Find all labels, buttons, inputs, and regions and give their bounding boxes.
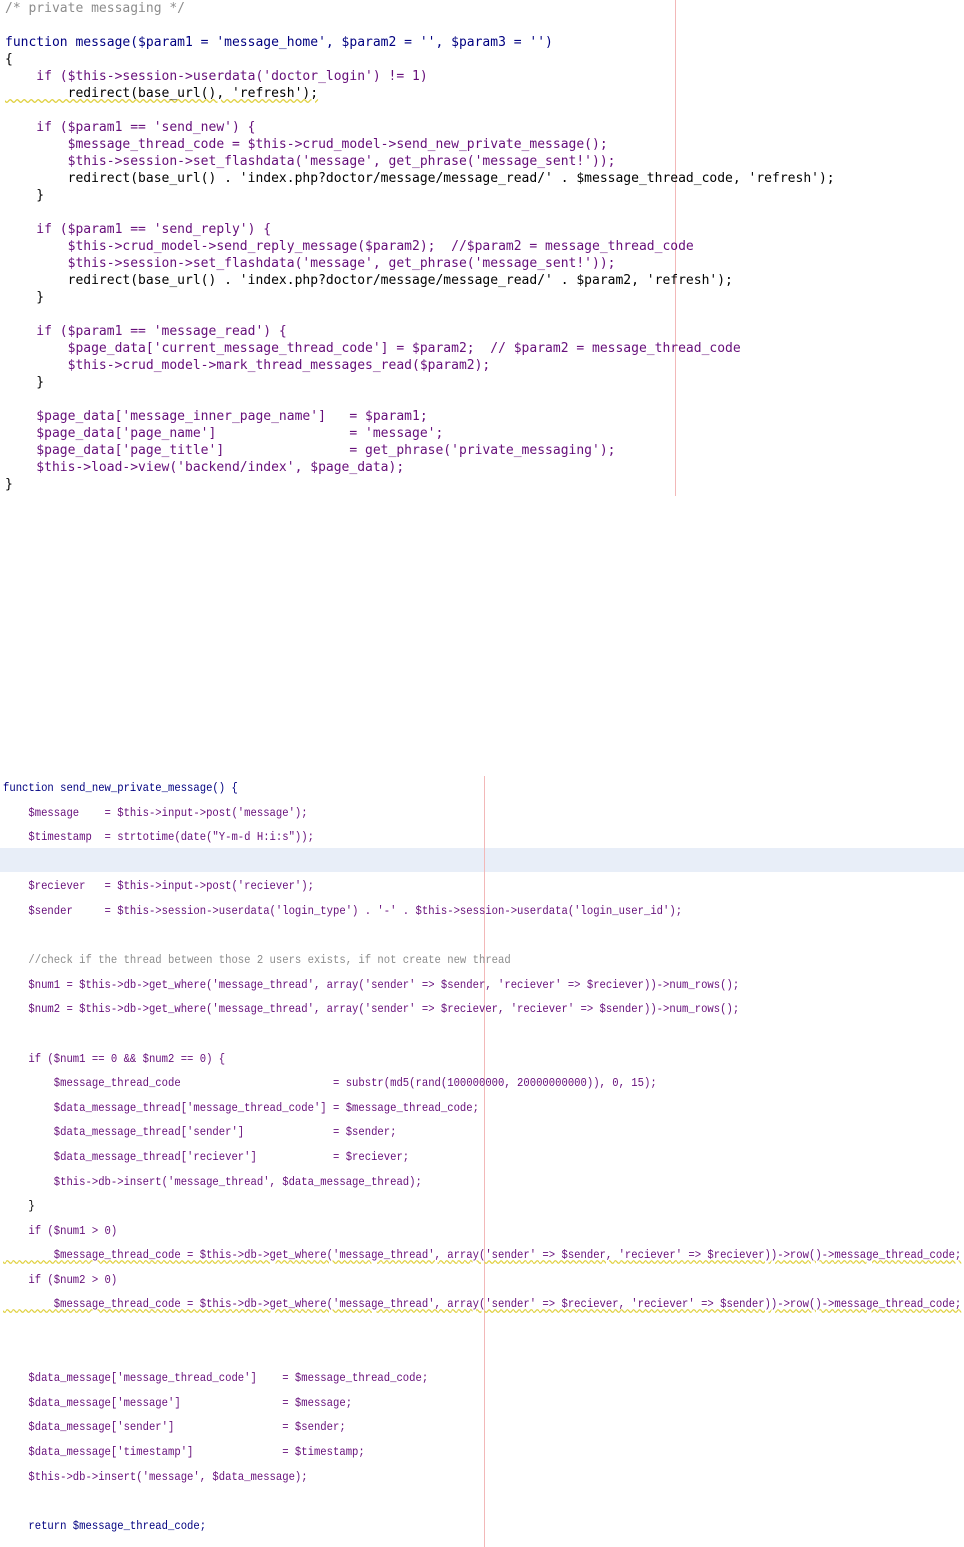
code-line: $timestamp = strtotime(date("Y-m-d H:i:s… [3, 830, 314, 845]
code-line: $data_message_thread['sender'] = $sender… [3, 1125, 397, 1140]
code-line: if ($num1 > 0) [3, 1223, 118, 1238]
code-line: $data_message_thread['message_thread_cod… [3, 1100, 479, 1115]
code-line: $reciever = $this->input->post('reciever… [3, 879, 314, 894]
code-line: redirect(base_url() . 'index.php?doctor/… [5, 171, 835, 186]
code-line: } [5, 375, 45, 390]
code-line: //check if the thread between those 2 us… [3, 953, 511, 968]
code-line: if ($num1 == 0 && $num2 == 0) { [3, 1051, 226, 1066]
code-block: /* private messaging */ function message… [5, 0, 835, 493]
code-block: function send_new_private_message() { $m… [3, 776, 964, 1538]
code-line: $this->crud_model->send_reply_message($p… [5, 239, 694, 254]
code-line: } [5, 188, 45, 203]
code-line: /* private messaging */ [5, 1, 186, 16]
code-line: $page_data['message_inner_page_name'] = … [5, 409, 428, 424]
code-line: $this->load->view('backend/index', $page… [5, 460, 405, 475]
code-line: $page_data['current_message_thread_code'… [5, 341, 741, 356]
code-line: $data_message_thread['reciever'] = $reci… [3, 1149, 410, 1164]
code-line: $data_message['message'] = $message; [3, 1395, 353, 1410]
code-line: $this->db->insert('message', $data_messa… [3, 1469, 308, 1484]
code-line: } [5, 290, 45, 305]
code-line: if ($param1 == 'send_reply') { [5, 222, 272, 237]
code-line: $message_thread_code = substr(md5(rand(1… [3, 1076, 657, 1091]
code-panel-message-function: /* private messaging */ function message… [0, 0, 964, 496]
code-line: $message_thread_code = $this->db->get_wh… [3, 1248, 962, 1263]
code-line: if ($param1 == 'send_new') { [5, 120, 256, 135]
code-line: $sender = $this->session->userdata('logi… [3, 903, 683, 918]
code-line: } [5, 477, 13, 492]
code-line: } [3, 1199, 35, 1214]
code-line: $this->crud_model->mark_thread_messages_… [5, 358, 491, 373]
code-line: function send_new_private_message() { [3, 781, 238, 795]
code-line: if ($num2 > 0) [3, 1272, 118, 1287]
code-line: { [5, 52, 13, 67]
code-line: redirect(base_url(), 'refresh'); [5, 86, 319, 101]
code-line: $num1 = $this->db->get_where('message_th… [3, 977, 740, 992]
code-line: function message($param1 = 'message_home… [5, 35, 553, 50]
code-line: $this->session->set_flashdata('message',… [5, 154, 616, 169]
code-line: $data_message['sender'] = $sender; [3, 1420, 346, 1435]
code-line: $this->session->set_flashdata('message',… [5, 256, 616, 271]
code-line: $message_thread_code = $this->db->get_wh… [3, 1297, 962, 1312]
code-line: $message_thread_code = $this->crud_model… [5, 137, 608, 152]
code-line: return $message_thread_code; [3, 1518, 207, 1533]
code-line: $num2 = $this->db->get_where('message_th… [3, 1002, 740, 1017]
code-line: $data_message['message_thread_code'] = $… [3, 1371, 429, 1386]
code-line: if ($this->session->userdata('doctor_log… [5, 69, 428, 84]
code-line: $message = $this->input->post('message')… [3, 805, 308, 820]
code-line: $data_message['timestamp'] = $timestamp; [3, 1445, 365, 1460]
code-line: $page_data['page_title'] = get_phrase('p… [5, 443, 616, 458]
code-line: if ($param1 == 'message_read') { [5, 324, 287, 339]
code-line: $page_data['page_name'] = 'message'; [5, 426, 444, 441]
code-line: $this->db->insert('message_thread', $dat… [3, 1174, 422, 1189]
code-panel-send-new-private-message: function send_new_private_message() { $m… [0, 776, 964, 1547]
code-line: redirect(base_url() . 'index.php?doctor/… [5, 273, 733, 288]
